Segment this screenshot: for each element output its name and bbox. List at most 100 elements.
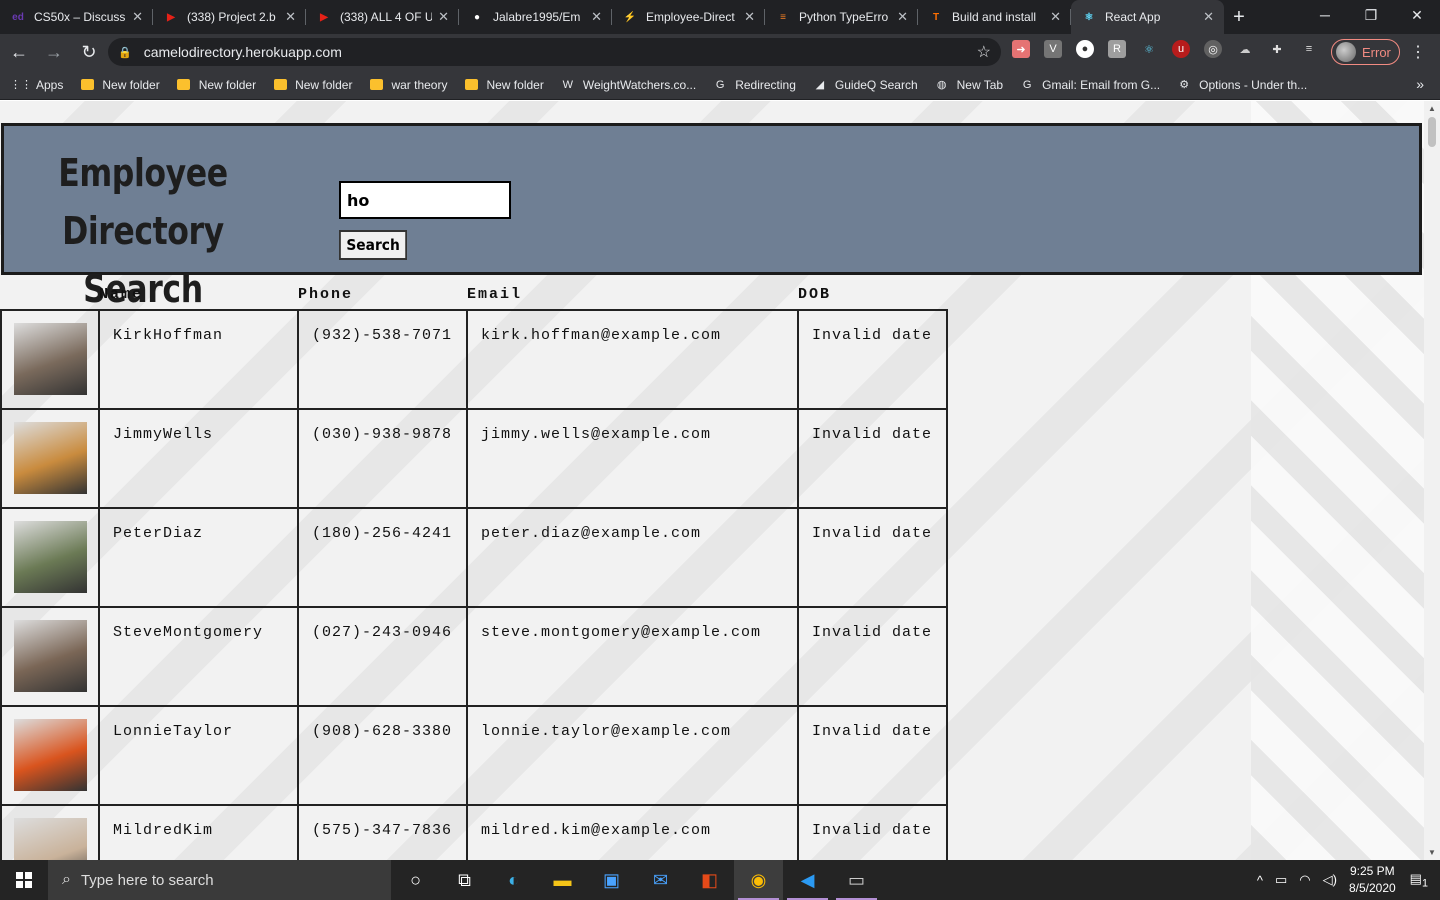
bookmarks-bar: ⋮⋮ Apps New folder New folder New folder war …	[0, 70, 1440, 100]
bookmark-label: New folder	[198, 77, 257, 92]
new-tab-icon[interactable]: +	[1224, 0, 1254, 34]
browser-tab[interactable]: ⚡ Employee-Direct ✕	[612, 0, 765, 34]
tab-close-icon[interactable]: ✕	[438, 9, 449, 25]
page-scrollbar[interactable]: ▲ ▼	[1424, 101, 1440, 860]
table-row: MildredKim (575)-347-7836 mildred.kim@exam…	[0, 804, 948, 860]
photo-cell	[0, 804, 100, 860]
terminal-icon[interactable]: ▭	[832, 860, 881, 900]
tray-chevron-icon[interactable]: ^	[1257, 873, 1263, 888]
browser-tab[interactable]: T Build and install ✕	[918, 0, 1071, 34]
guideq-icon: ◢	[815, 79, 825, 91]
dob-column-header[interactable]: DOB	[798, 282, 947, 310]
bookmark-label: New folder	[295, 77, 353, 92]
reload-icon[interactable]: ↻	[73, 36, 105, 68]
name-cell: KirkHoffman	[98, 309, 299, 410]
bookmark-star-icon[interactable]: ☆	[977, 42, 991, 62]
table-row: JimmyWells (030)-938-9878 jimmy.wells@exam…	[0, 408, 948, 509]
bookmark-item[interactable]: ⋮⋮ Apps	[10, 78, 63, 92]
extension-cloud-icon[interactable]: ☁	[1236, 40, 1254, 58]
minimize-icon[interactable]: ─	[1302, 0, 1348, 30]
clock[interactable]: 9:25 PM 8/5/2020	[1349, 863, 1396, 897]
phone-column-header[interactable]: Phone	[298, 282, 467, 310]
media-queue-icon[interactable]: ≡	[1300, 40, 1318, 58]
bookmark-item[interactable]: W WeightWatchers.co...	[561, 78, 697, 92]
task-view-icon[interactable]: ⧉	[440, 860, 489, 900]
extensions-puzzle-icon[interactable]: ✚	[1268, 40, 1286, 58]
extension-v-icon[interactable]: V	[1044, 40, 1062, 58]
store-icon[interactable]: ▣	[587, 860, 636, 900]
vscode-icon[interactable]: ◀	[783, 860, 832, 900]
browser-tab[interactable]: ▶ (338) Project 2.b ✕	[153, 0, 306, 34]
chrome-icon[interactable]: ◉	[734, 860, 783, 900]
clock-date: 8/5/2020	[1348, 881, 1396, 895]
name-column-header[interactable]: Name	[99, 282, 298, 310]
dob-cell: Invalid date	[797, 309, 948, 410]
bookmark-item[interactable]: ◢ GuideQ Search	[813, 78, 918, 92]
email-column-header[interactable]: Email	[467, 282, 798, 310]
extension-circle-icon[interactable]: ●	[1076, 40, 1094, 58]
page-header: Employee Directory Search Search	[1, 123, 1422, 311]
back-icon[interactable]: ←	[3, 36, 35, 68]
photo-cell	[0, 408, 100, 509]
volume-icon[interactable]: ◁)	[1323, 872, 1337, 888]
search-button[interactable]: Search	[339, 230, 408, 260]
ublock-icon[interactable]: u	[1172, 40, 1190, 58]
notification-icon[interactable]: ▤1	[1410, 871, 1428, 890]
tab-close-icon[interactable]: ✕	[591, 9, 602, 25]
wifi-icon[interactable]: ◠	[1299, 872, 1310, 888]
bookmark-item[interactable]: war theory	[369, 78, 447, 92]
bookmark-item[interactable]: G Gmail: Email from G...	[1020, 78, 1160, 92]
tab-favicon-icon: ≡	[780, 11, 786, 23]
tab-close-icon[interactable]: ✕	[285, 9, 296, 25]
bookmarks-overflow-icon[interactable]: »	[1416, 76, 1424, 92]
folder-icon	[273, 78, 287, 92]
browser-tab[interactable]: ≡ Python TypeErro ✕	[765, 0, 918, 34]
scrollbar-thumb[interactable]	[1428, 117, 1436, 147]
search-input[interactable]	[339, 181, 511, 219]
taskbar-search[interactable]: ⌕ Type here to search	[48, 860, 391, 900]
battery-icon[interactable]: ▭	[1275, 872, 1287, 888]
tab-close-icon[interactable]: ✕	[1050, 9, 1061, 25]
browser-tab[interactable]: ed CS50x – Discussi ✕	[0, 0, 153, 34]
tab-favicon-icon: ●	[473, 11, 481, 23]
edge-icon[interactable]: ◐	[489, 860, 538, 900]
bookmark-item[interactable]: ⚙ Options - Under th...	[1177, 78, 1307, 92]
tab-close-icon[interactable]: ✕	[744, 9, 755, 25]
tab-close-icon[interactable]: ✕	[1203, 9, 1214, 25]
browser-tab[interactable]: ⚛ React App ✕	[1071, 0, 1224, 34]
mail-icon[interactable]: ✉	[636, 860, 685, 900]
tab-favicon-icon: ▶	[320, 11, 328, 23]
address-bar[interactable]: 🔒 camelodirectory.herokuapp.com ☆	[108, 38, 1001, 66]
bookmark-item[interactable]: New folder	[273, 78, 352, 92]
profile-error-button[interactable]: Error	[1331, 39, 1400, 65]
bookmark-item[interactable]: New folder	[464, 78, 544, 92]
system-tray: ^ ▭ ◠ ◁) 9:25 PM 8/5/2020 ▤1	[1257, 860, 1440, 900]
scroll-down-icon[interactable]: ▼	[1428, 848, 1436, 857]
tab-close-icon[interactable]: ✕	[897, 9, 908, 25]
bookmark-item[interactable]: New folder	[177, 78, 256, 92]
cortana-icon[interactable]: ○	[391, 860, 440, 900]
scroll-up-icon[interactable]: ▲	[1428, 104, 1436, 113]
email-cell: mildred.kim@example.com	[466, 804, 799, 860]
gear-icon: ⚙	[1179, 79, 1190, 91]
bookmark-label: New folder	[102, 77, 160, 92]
forward-icon[interactable]: →	[38, 36, 70, 68]
bookmark-item[interactable]: ◍ New Tab	[935, 78, 1003, 92]
restore-icon[interactable]: ❐	[1348, 0, 1394, 30]
globe-icon: ◍	[936, 79, 947, 91]
extension-arrow-icon[interactable]: ➜	[1012, 40, 1030, 58]
browser-tab-bar: ed CS50x – Discussi ✕ ▶ (338) Project 2.b ✕ ▶ (…	[0, 0, 1440, 34]
extension-gray-icon[interactable]: ◎	[1204, 40, 1222, 58]
start-button[interactable]	[0, 860, 48, 900]
extension-r-icon[interactable]: R	[1108, 40, 1126, 58]
bookmark-item[interactable]: G Redirecting	[713, 78, 796, 92]
close-window-icon[interactable]: ✕	[1394, 0, 1440, 30]
office-icon[interactable]: ◧	[685, 860, 734, 900]
tab-close-icon[interactable]: ✕	[132, 9, 143, 25]
bookmark-item[interactable]: New folder	[80, 77, 160, 92]
browser-tab[interactable]: ● Jalabre1995/Em ✕	[459, 0, 612, 34]
react-devtools-icon[interactable]: ⚛	[1140, 40, 1158, 58]
menu-kebab-icon[interactable]: ⋮	[1410, 42, 1426, 62]
browser-tab[interactable]: ▶ (338) ALL 4 OF U ✕	[306, 0, 459, 34]
file-explorer-icon[interactable]: ▬	[538, 860, 587, 900]
